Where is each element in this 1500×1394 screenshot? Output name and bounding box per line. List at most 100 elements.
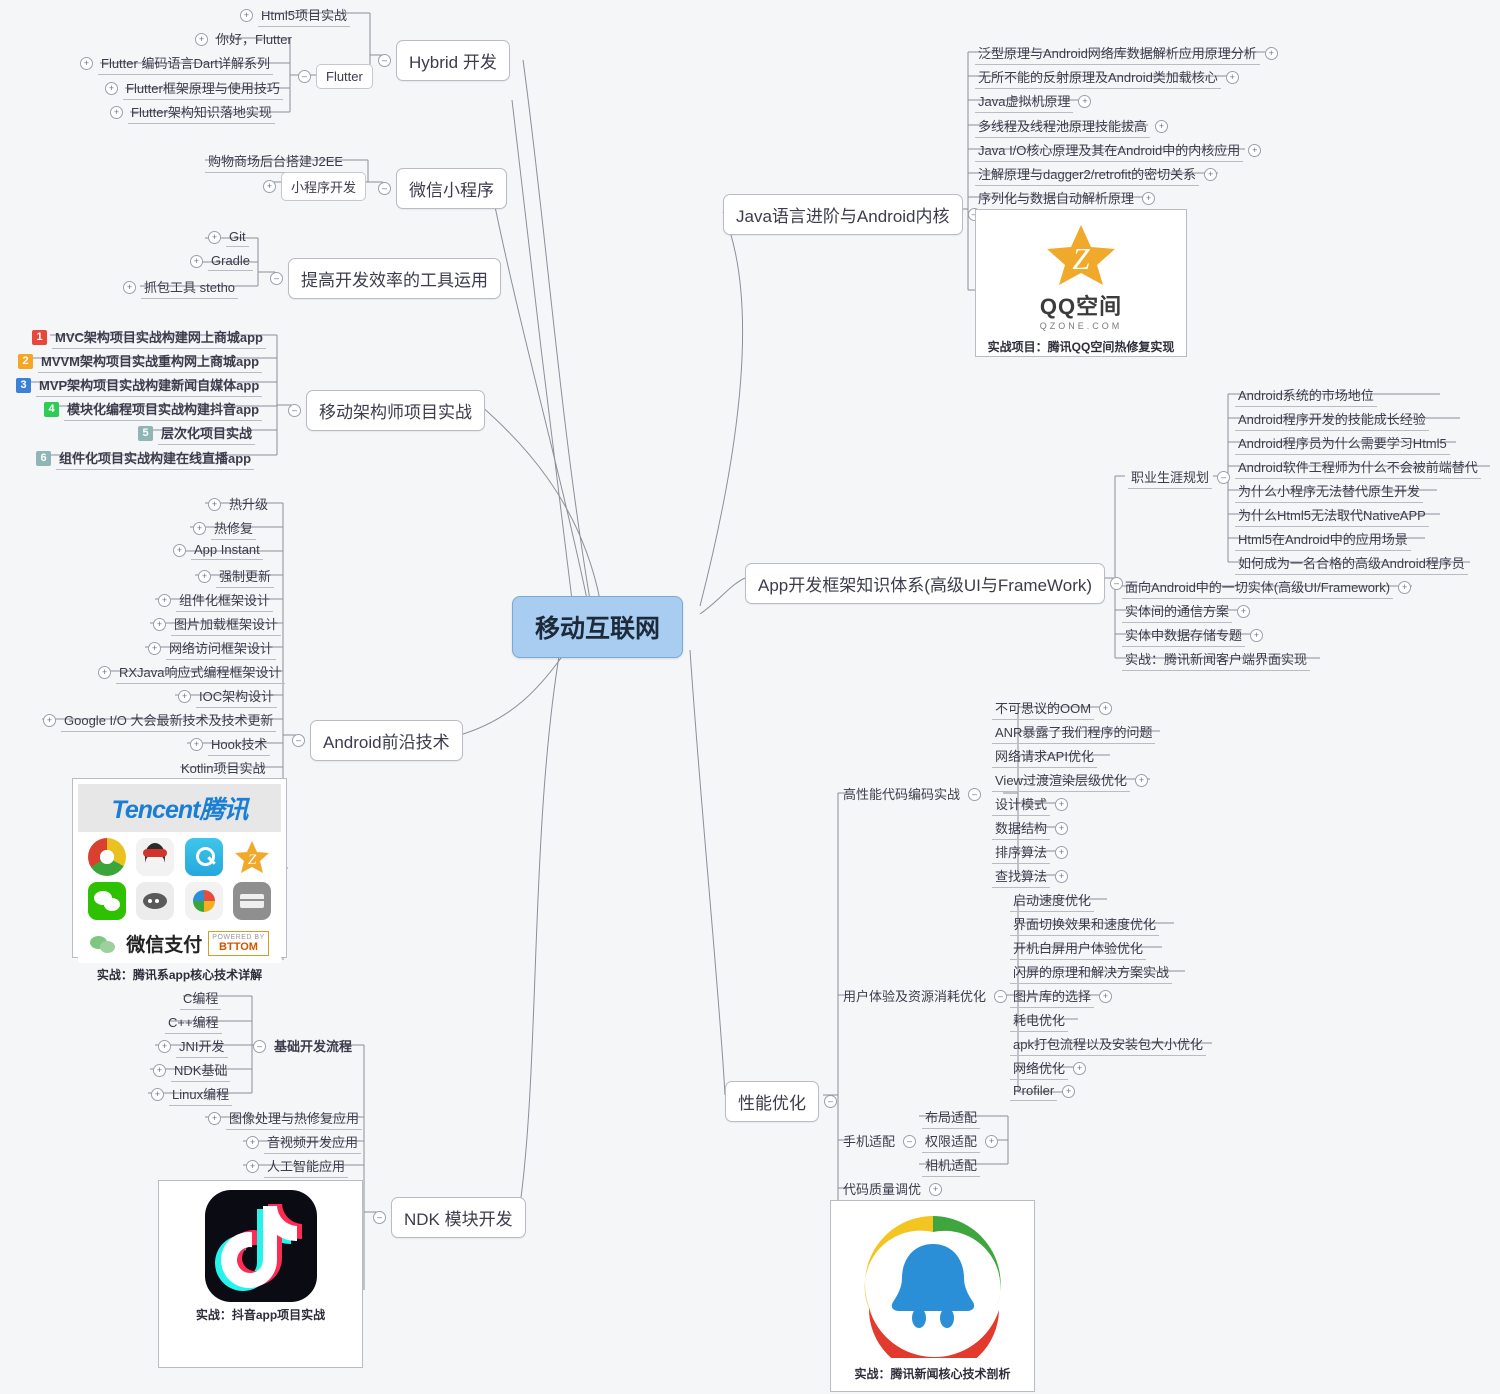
expand-icon[interactable]	[1398, 581, 1412, 594]
node-mini-program-dev[interactable]: 小程序开发	[258, 172, 367, 201]
collapse-icon[interactable]	[270, 272, 283, 285]
expand-icon[interactable]	[1099, 702, 1113, 715]
expand-icon[interactable]	[1062, 1085, 1076, 1098]
node-camera-adaptation[interactable]: 相机适配	[922, 1154, 981, 1177]
node-gradle[interactable]: Gradle	[185, 252, 254, 271]
expand-icon[interactable]	[123, 281, 136, 294]
node-network-opt[interactable]: 网络优化	[1010, 1057, 1091, 1080]
expand-icon[interactable]	[1250, 629, 1264, 642]
expand-icon[interactable]	[190, 255, 203, 268]
expand-icon[interactable]	[1055, 798, 1069, 811]
root-node[interactable]: 移动互联网	[512, 596, 684, 658]
node-ioc-architecture[interactable]: IOC架构设计	[173, 685, 278, 708]
node-multithreading[interactable]: 多线程及线程池原理技能拔高	[975, 115, 1173, 138]
node-annotation-dagger[interactable]: 注解原理与dagger2/retrofit的密切关系	[975, 163, 1222, 186]
collapse-icon[interactable]	[378, 54, 391, 67]
node-power-opt[interactable]: 耗电优化	[1010, 1009, 1069, 1032]
node-not-replaced-by-frontend[interactable]: Android软件工程师为什么不会被前端替代	[1235, 456, 1481, 479]
expand-icon[interactable]	[1055, 846, 1069, 859]
node-stetho[interactable]: 抓包工具 stetho	[118, 276, 239, 299]
node-tencent-news-ui[interactable]: 实战：腾讯新闻客户端界面实现	[1122, 648, 1311, 671]
expand-icon[interactable]	[193, 522, 206, 535]
node-hot-upgrade[interactable]: 热升级	[203, 493, 271, 515]
node-basic-dev-flow[interactable]: 基础开发流程	[248, 1035, 355, 1057]
expand-icon[interactable]	[80, 57, 93, 70]
node-flutter-arch[interactable]: Flutter架构知识落地实现	[105, 101, 275, 124]
expand-icon[interactable]	[1055, 822, 1069, 835]
node-rxjava-framework[interactable]: RXJava响应式编程框架设计	[93, 661, 285, 684]
node-av-dev-app[interactable]: 音视频开发应用	[241, 1131, 362, 1154]
expand-icon[interactable]	[158, 594, 171, 607]
node-serialization[interactable]: 序列化与数据自动解析原理	[975, 187, 1160, 210]
collapse-icon[interactable]	[253, 1039, 266, 1053]
expand-icon[interactable]	[173, 544, 186, 557]
expand-icon[interactable]	[1142, 192, 1156, 205]
expand-icon[interactable]	[208, 231, 221, 244]
collapse-icon[interactable]	[994, 989, 1008, 1003]
topic-wechat-mini[interactable]: 微信小程序	[373, 168, 507, 209]
node-c-programming[interactable]: C编程	[180, 987, 222, 1010]
topic-performance[interactable]: 性能优化	[725, 1081, 842, 1122]
node-flutter-framework[interactable]: Flutter框架原理与使用技巧	[100, 77, 283, 100]
expand-icon[interactable]	[158, 1040, 171, 1053]
expand-icon[interactable]	[208, 497, 221, 511]
topic-android-frontier[interactable]: Android前沿技术	[287, 720, 463, 761]
node-mvp-project[interactable]: 3 MVP架构项目实战构建新闻自媒体app	[16, 374, 263, 397]
node-oom[interactable]: 不可思议的OOM	[992, 697, 1117, 720]
expand-icon[interactable]	[1225, 71, 1239, 84]
node-android-skill-growth[interactable]: Android程序开发的技能成长经验	[1235, 408, 1429, 431]
expand-icon[interactable]	[263, 180, 276, 193]
node-cpp-programming[interactable]: C++编程	[165, 1011, 222, 1034]
node-why-learn-html5[interactable]: Android程序员为什么需要学习Html5	[1235, 432, 1450, 455]
expand-icon[interactable]	[190, 738, 203, 751]
node-html5-project[interactable]: Html5项目实战	[235, 4, 350, 27]
node-network-api-opt[interactable]: 网络请求API优化	[992, 745, 1097, 768]
collapse-icon[interactable]	[292, 734, 305, 747]
node-image-loading-framework[interactable]: 图片加载框架设计	[148, 613, 282, 636]
node-linux-programming[interactable]: Linux编程	[146, 1083, 233, 1106]
topic-hybrid[interactable]: Hybrid 开发	[373, 40, 510, 81]
node-design-patterns[interactable]: 设计模式	[992, 793, 1073, 816]
node-generics-principle[interactable]: 泛型原理与Android网络库数据解析应用原理分析	[975, 42, 1283, 65]
expand-icon[interactable]	[1134, 774, 1148, 787]
node-all-entities[interactable]: 面向Android中的一切实体(高级UI/Framework)	[1122, 576, 1416, 599]
expand-icon[interactable]	[246, 1136, 259, 1149]
expand-icon[interactable]	[1204, 168, 1218, 181]
expand-icon[interactable]	[151, 1088, 164, 1101]
node-profiler[interactable]: Profiler	[1010, 1082, 1080, 1101]
topic-ndk[interactable]: NDK 模块开发	[368, 1197, 526, 1238]
topic-tools[interactable]: 提高开发效率的工具运用	[265, 258, 501, 299]
node-ai-app[interactable]: 人工智能应用	[241, 1155, 349, 1178]
node-overdraw-opt[interactable]: View过渡渲染层级优化	[992, 769, 1153, 792]
expand-icon[interactable]	[195, 32, 208, 46]
node-startup-speed[interactable]: 启动速度优化	[1010, 889, 1095, 912]
node-sorting-algorithms[interactable]: 排序算法	[992, 841, 1073, 864]
node-white-screen[interactable]: 开机白屏用户体验优化	[1010, 937, 1147, 960]
expand-icon[interactable]	[110, 106, 123, 119]
expand-icon[interactable]	[178, 690, 191, 703]
collapse-icon[interactable]	[1217, 471, 1231, 484]
collapse-icon[interactable]	[288, 404, 301, 417]
expand-icon[interactable]	[1073, 1062, 1087, 1075]
node-j2ee-backend[interactable]: 购物商场后台搭建J2EE	[205, 150, 347, 173]
node-android-market[interactable]: Android系统的市场地位	[1235, 384, 1377, 407]
expand-icon[interactable]	[1078, 95, 1092, 108]
expand-icon[interactable]	[1055, 870, 1069, 883]
node-image-library-choice[interactable]: 图片库的选择	[1010, 985, 1117, 1008]
expand-icon[interactable]	[153, 618, 166, 631]
node-device-adaptation[interactable]: 手机适配	[840, 1130, 921, 1152]
node-apk-size-opt[interactable]: apk打包流程以及安装包大小优化	[1010, 1033, 1206, 1056]
node-search-algorithms[interactable]: 查找算法	[992, 865, 1073, 888]
collapse-icon[interactable]	[378, 182, 391, 195]
collapse-icon[interactable]	[824, 1095, 837, 1108]
node-image-hotfix-app[interactable]: 图像处理与热修复应用	[203, 1107, 363, 1130]
node-java-io[interactable]: Java I/O核心原理及其在Android中的内核应用	[975, 139, 1266, 162]
expand-icon[interactable]	[198, 570, 211, 583]
collapse-icon[interactable]	[903, 1134, 917, 1148]
node-html5-vs-nativeapp[interactable]: 为什么Html5无法取代NativeAPP	[1235, 504, 1429, 527]
node-entity-communication[interactable]: 实体间的通信方案	[1122, 600, 1255, 623]
node-layered-project[interactable]: 5 层次化项目实战	[138, 422, 256, 445]
node-network-framework[interactable]: 网络访问框架设计	[143, 637, 277, 660]
node-reflection-classloader[interactable]: 无所不能的反射原理及Android类加载核心	[975, 66, 1244, 89]
expand-icon[interactable]	[929, 1183, 943, 1196]
